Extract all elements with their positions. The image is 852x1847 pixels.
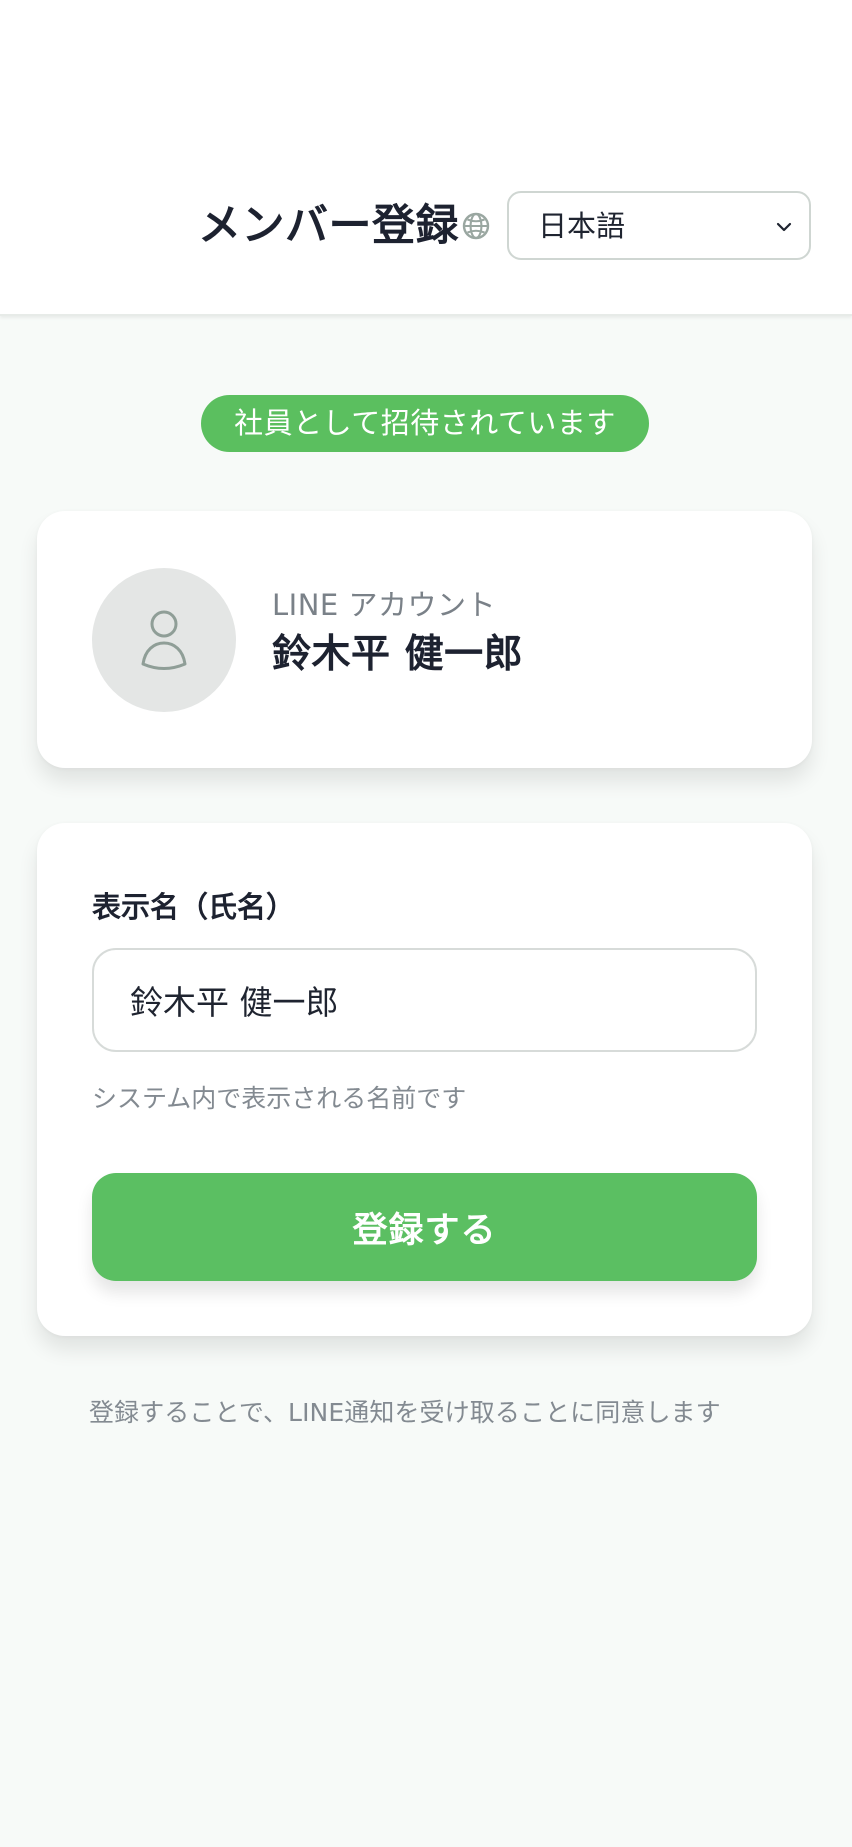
registration-form-card: 表示名（氏名） システム内で表示される名前です 登録する [37,823,812,1336]
invite-status-badge: 社員として招待されています [201,395,649,452]
globe-icon [460,210,492,242]
page-title: メンバー登録 [198,201,459,251]
display-name-help-text: システム内で表示される名前です [92,1084,467,1113]
line-account-card: LINE アカウント 鈴木平 健一郎 [37,511,812,768]
registration-header: メンバー登録 日本語 [0,0,852,316]
member-registration-page: メンバー登録 日本語 社員として招待されています LINE アカウント 鈴木平 … [0,0,852,1847]
line-notification-consent-text: 登録することで、LINE通知を受け取ることに同意します [89,1398,721,1427]
user-icon [141,610,187,670]
language-selected-value: 日本語 [538,209,626,243]
register-button[interactable]: 登録する [92,1173,757,1281]
language-select[interactable]: 日本語 [507,191,811,260]
display-name-label: 表示名（氏名） [92,890,296,924]
line-account-name: 鈴木平 健一郎 [272,632,524,677]
chevron-down-icon [772,215,796,239]
line-account-label: LINE アカウント [272,588,496,622]
avatar [92,568,236,712]
display-name-input[interactable] [92,948,757,1052]
